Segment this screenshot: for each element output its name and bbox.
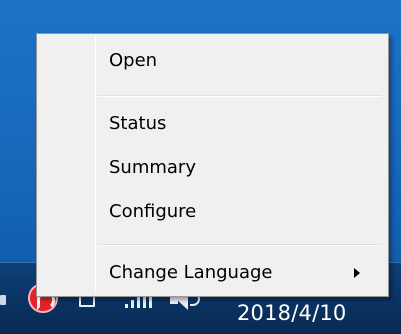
menu-item-configure[interactable]: Configure — [39, 195, 386, 229]
context-menu: Open Status Summary Configure Change Lan… — [36, 33, 389, 297]
menu-item-summary[interactable]: Summary — [39, 151, 386, 185]
menu-item-label: Configure — [109, 201, 197, 222]
menu-item-label: Open — [109, 50, 158, 71]
menu-item-label: Summary — [109, 157, 196, 178]
menu-item-change-language[interactable]: Change Language — [39, 256, 386, 290]
menu-separator — [97, 95, 382, 97]
menu-item-status[interactable]: Status — [39, 107, 386, 141]
clock-date[interactable]: 2018/4/10 — [237, 301, 367, 325]
show-hidden-icons-icon[interactable] — [0, 295, 6, 305]
submenu-arrow-icon — [354, 268, 360, 278]
menu-item-label: Status — [109, 113, 167, 134]
menu-item-label: Change Language — [109, 262, 273, 283]
menu-item-open[interactable]: Open — [39, 44, 386, 78]
menu-separator — [97, 244, 382, 246]
